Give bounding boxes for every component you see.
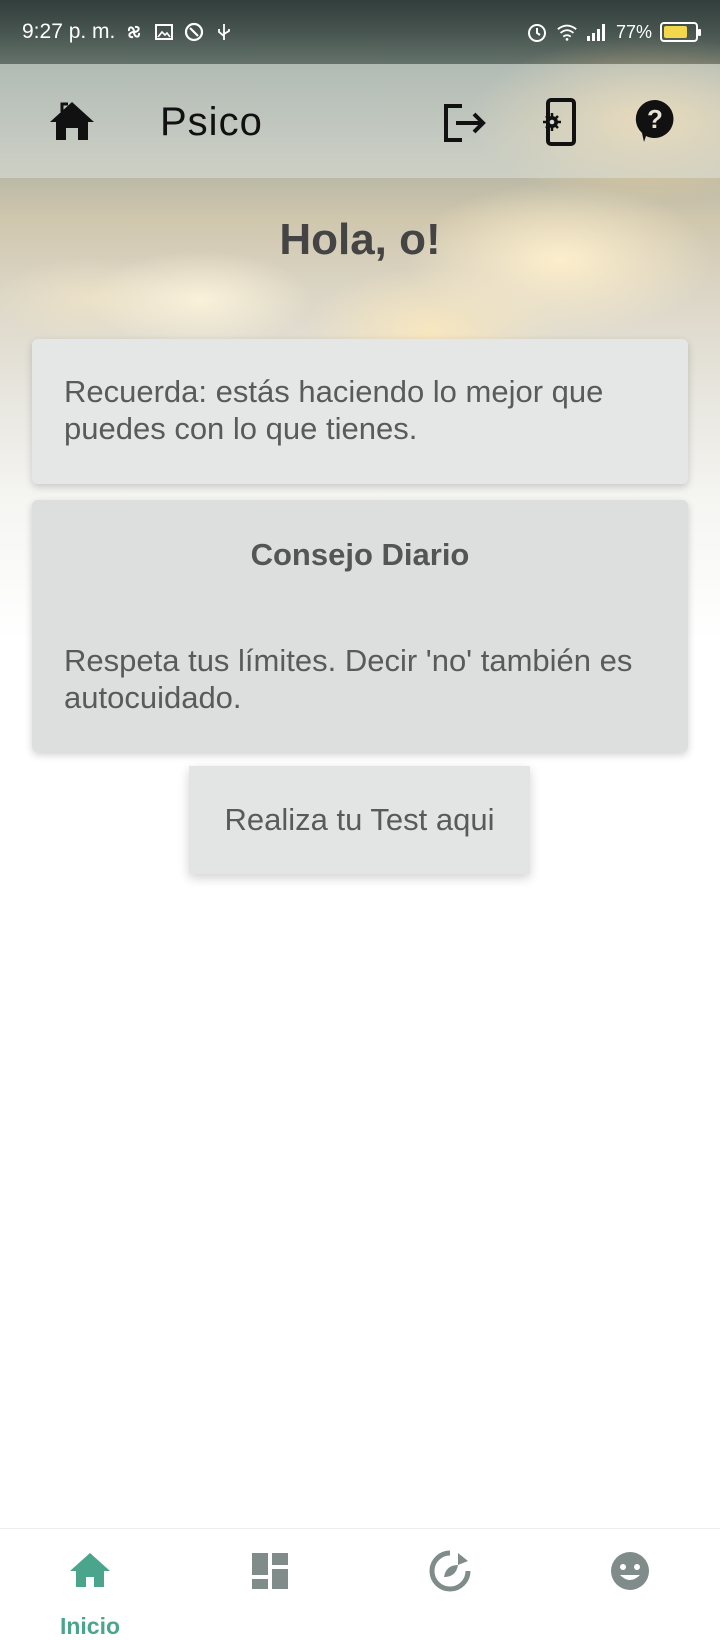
nav-label-inicio: Inicio <box>59 1613 121 1639</box>
app-bar: Psico ? <box>0 64 720 178</box>
wifi-icon <box>556 21 578 43</box>
status-bar: 9:27 p. m. 77% <box>0 0 720 64</box>
at-circle-icon <box>183 21 205 43</box>
quote-card: Recuerda: estás haciendo lo mejor que pu… <box>32 339 688 484</box>
daily-tip-text: Respeta tus límites. Decir 'no' también … <box>64 643 633 715</box>
nav-item-mood[interactable] <box>540 1529 720 1640</box>
smiley-icon <box>608 1549 652 1593</box>
alarm-icon <box>526 21 548 43</box>
battery-level-fill <box>664 26 688 38</box>
recycle-icon <box>428 1549 472 1593</box>
signal-icon <box>586 21 608 43</box>
daily-tip-card: Consejo Diario Respeta tus límites. Deci… <box>32 500 688 752</box>
battery-percent: 77% <box>615 21 652 42</box>
nav-item-recycle[interactable] <box>360 1529 540 1640</box>
take-test-button[interactable]: Realiza tu Test aqui <box>189 766 530 874</box>
daily-tip-title: Consejo Diario <box>250 537 470 572</box>
home-icon <box>68 1549 112 1593</box>
gallery-icon <box>153 21 175 43</box>
logout-icon[interactable] <box>440 100 488 146</box>
app-title: Psico <box>160 100 263 144</box>
nav-item-inicio[interactable]: Inicio <box>0 1529 180 1640</box>
nav-item-dashboard[interactable] <box>180 1529 360 1640</box>
home-icon[interactable] <box>48 98 96 144</box>
usb-icon <box>213 21 235 43</box>
dashboard-icon <box>248 1549 292 1593</box>
pinwheel-icon <box>123 21 145 43</box>
status-left: 9:27 p. m. <box>22 20 235 44</box>
status-right: 77% <box>526 21 701 43</box>
status-time: 9:27 p. m. <box>22 20 116 43</box>
quote-text: Recuerda: estás haciendo lo mejor que pu… <box>64 374 604 446</box>
help-icon[interactable]: ? <box>632 98 678 144</box>
battery-icon <box>660 22 701 42</box>
bottom-navigation: Inicio <box>0 1528 720 1640</box>
svg-text:?: ? <box>647 104 663 134</box>
phone-settings-icon[interactable] <box>536 96 584 148</box>
greeting-heading: Hola, o! <box>279 215 441 264</box>
